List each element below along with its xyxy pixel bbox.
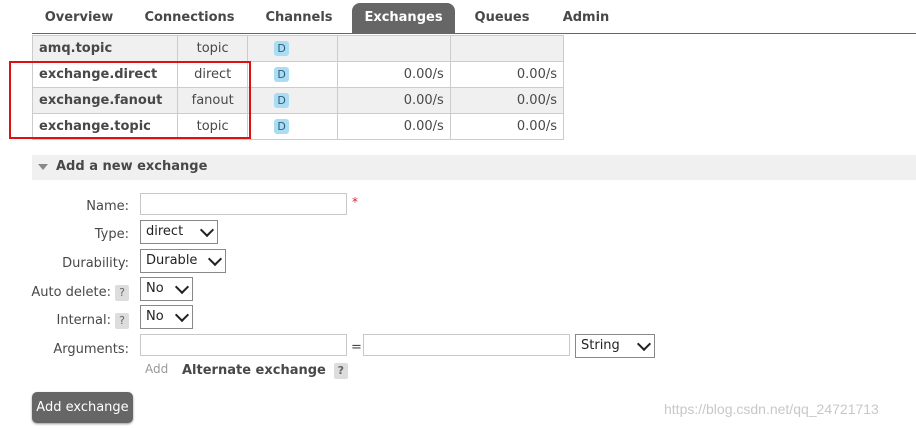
rate-out xyxy=(449,35,565,62)
durability-select-value: Durable xyxy=(146,253,198,268)
type-label: Type: xyxy=(94,227,129,242)
durability-label: Durability: xyxy=(62,256,129,271)
auto-delete-select-value: No xyxy=(146,281,164,296)
rate-in: 0.00/s xyxy=(336,87,451,114)
type-select[interactable]: direct xyxy=(140,220,218,244)
tab-exchanges[interactable]: Exchanges xyxy=(352,3,455,33)
internal-label: Internal: xyxy=(56,313,111,328)
argument-type-select[interactable]: String xyxy=(575,334,655,358)
internal-select-value: No xyxy=(146,309,164,324)
argument-value-input[interactable] xyxy=(363,334,570,356)
features-cell: D xyxy=(247,87,338,114)
chevron-down-icon xyxy=(174,307,190,323)
argument-type-value: String xyxy=(581,338,620,353)
tab-admin[interactable]: Admin xyxy=(549,3,623,33)
add-exchange-button[interactable]: Add exchange xyxy=(32,392,133,423)
rate-out: 0.00/s xyxy=(449,87,565,114)
equals-sign: = xyxy=(351,340,362,355)
chevron-down-icon xyxy=(199,222,215,238)
highlight-box xyxy=(9,61,251,139)
required-mark: * xyxy=(352,195,358,209)
tabs-divider xyxy=(32,33,916,34)
collapse-arrow-icon[interactable] xyxy=(38,164,48,170)
durability-select[interactable]: Durable xyxy=(140,249,226,273)
features-cell: D xyxy=(247,35,338,62)
section-title: Add a new exchange xyxy=(56,159,208,174)
name-label: Name: xyxy=(86,199,129,214)
rate-in xyxy=(336,35,451,62)
nav-tabs: Overview Connections Channels Exchanges … xyxy=(0,0,916,35)
features-cell: D xyxy=(247,113,338,140)
arguments-label: Arguments: xyxy=(53,342,129,357)
name-input[interactable] xyxy=(140,193,347,215)
table-row: amq.topic topic D xyxy=(31,35,565,62)
help-icon[interactable]: ? xyxy=(333,363,348,379)
add-exchange-section-header[interactable]: Add a new exchange xyxy=(32,155,916,180)
rate-in: 0.00/s xyxy=(336,113,451,140)
exchange-name[interactable]: amq.topic xyxy=(31,35,179,62)
internal-select[interactable]: No xyxy=(140,305,193,329)
auto-delete-select[interactable]: No xyxy=(140,277,193,301)
rate-out: 0.00/s xyxy=(449,61,565,88)
watermark: https://blog.csdn.net/qq_24721713 xyxy=(664,401,879,417)
features-cell: D xyxy=(247,61,338,88)
help-icon[interactable]: ? xyxy=(115,313,129,329)
durable-badge: D xyxy=(274,93,290,108)
tab-channels[interactable]: Channels xyxy=(253,3,345,33)
durable-badge: D xyxy=(274,41,290,56)
alternate-exchange-group: Alternate exchange? xyxy=(182,363,348,379)
help-icon[interactable]: ? xyxy=(115,285,129,301)
add-argument-link[interactable]: Add xyxy=(145,362,168,376)
exchange-type: topic xyxy=(177,35,249,62)
chevron-down-icon xyxy=(207,251,223,267)
durable-badge: D xyxy=(274,67,290,82)
rate-in: 0.00/s xyxy=(336,61,451,88)
auto-delete-label-group: Auto delete:? xyxy=(31,285,129,301)
internal-label-group: Internal:? xyxy=(57,313,129,329)
argument-key-input[interactable] xyxy=(140,334,347,356)
type-select-value: direct xyxy=(146,224,184,239)
alternate-exchange-link[interactable]: Alternate exchange xyxy=(182,363,326,378)
auto-delete-label: Auto delete: xyxy=(31,285,111,300)
chevron-down-icon xyxy=(174,279,190,295)
rate-out: 0.00/s xyxy=(449,113,565,140)
tab-overview[interactable]: Overview xyxy=(32,3,126,33)
tab-connections[interactable]: Connections xyxy=(133,3,246,33)
chevron-down-icon xyxy=(636,336,652,352)
tab-queues[interactable]: Queues xyxy=(462,3,542,33)
durable-badge: D xyxy=(274,119,290,134)
